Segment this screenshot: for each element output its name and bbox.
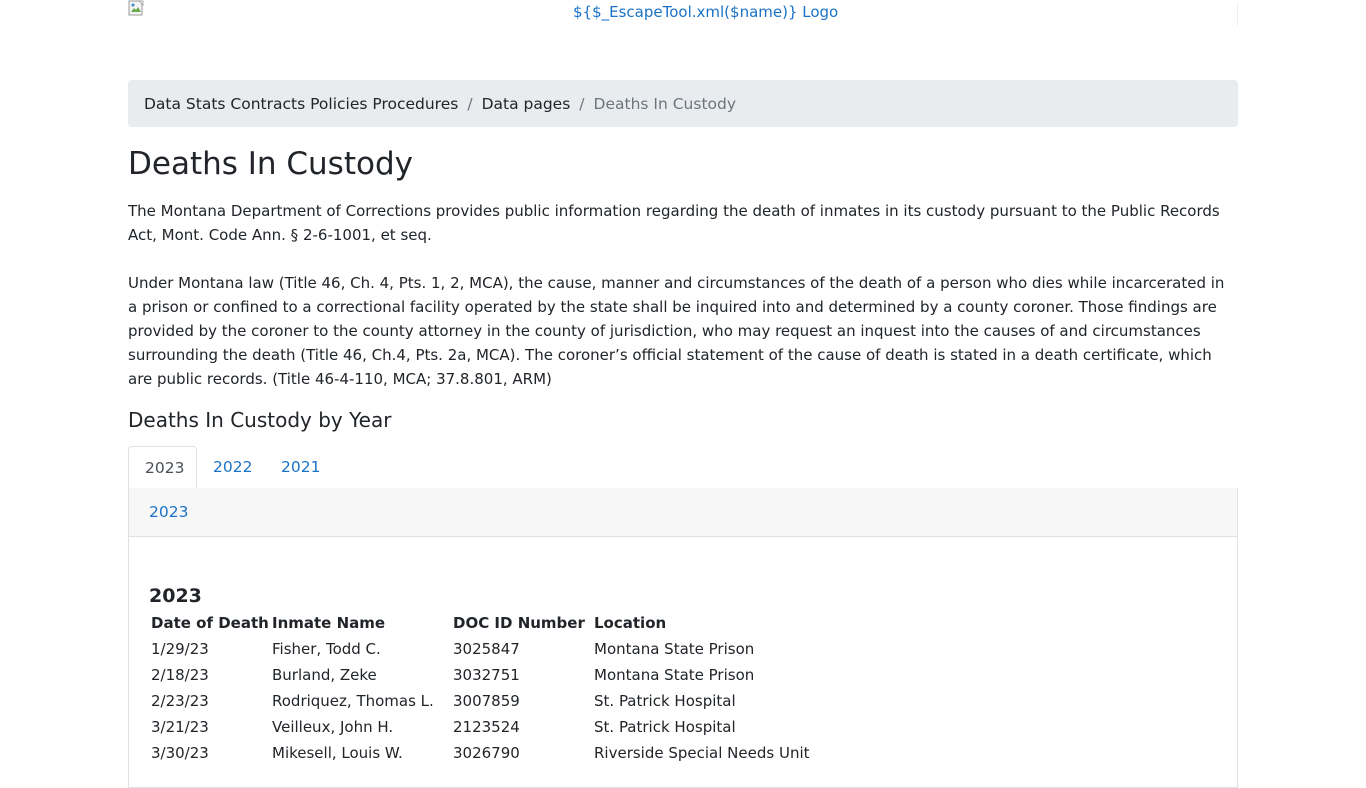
tab-2022[interactable]: 2022 xyxy=(197,446,268,488)
page-title: Deaths In Custody xyxy=(128,146,413,182)
cell-doc-id: 3007859 xyxy=(453,692,520,710)
intro-paragraph: The Montana Department of Corrections pr… xyxy=(128,202,1220,244)
breadcrumb-item-data-pages[interactable]: Data pages xyxy=(482,95,571,113)
breadcrumb-separator: / xyxy=(579,94,585,113)
cell-name: Rodriquez, Thomas L. xyxy=(272,692,434,710)
panel-header-link[interactable]: 2023 xyxy=(149,503,188,521)
table-row: 2/23/23 Rodriquez, Thomas L. 3007859 St.… xyxy=(149,688,894,714)
cell-doc-id: 3032751 xyxy=(453,666,520,684)
tab-2023[interactable]: 2023 xyxy=(128,446,197,489)
header-divider xyxy=(1237,2,1238,26)
breadcrumb-item-data-stats[interactable]: Data Stats Contracts Policies Procedures xyxy=(144,95,458,113)
column-header-date: Date of Death xyxy=(151,614,269,632)
column-header-doc-id: DOC ID Number xyxy=(453,614,585,632)
year-tabs: 2023 2022 2021 xyxy=(128,446,1238,489)
cell-location: St. Patrick Hospital xyxy=(594,692,736,710)
cell-location: Montana State Prison xyxy=(594,640,755,658)
site-header: ${$_EscapeTool.xml($name)} Logo xyxy=(128,0,1238,28)
cell-date: 3/21/23 xyxy=(151,718,209,736)
cell-location: Montana State Prison xyxy=(594,666,755,684)
table-row: 1/29/23 Fisher, Todd C. 3025847 Montana … xyxy=(149,636,894,662)
panel-header: 2023 xyxy=(129,488,1237,537)
cell-doc-id: 2123524 xyxy=(453,718,520,736)
broken-image-icon xyxy=(128,0,144,16)
section-title: Deaths In Custody by Year xyxy=(128,408,392,432)
column-header-location: Location xyxy=(594,614,667,632)
tab-2021[interactable]: 2021 xyxy=(265,446,336,488)
year-heading: 2023 xyxy=(149,585,202,607)
cell-doc-id: 3026790 xyxy=(453,744,520,762)
cell-name: Fisher, Todd C. xyxy=(272,640,381,658)
year-panel: 2023 2023 Date of Death Inmate Name DOC … xyxy=(128,488,1238,788)
site-logo-link[interactable]: ${$_EscapeTool.xml($name)} Logo xyxy=(573,3,838,21)
law-paragraph: Under Montana law (Title 46, Ch. 4, Pts.… xyxy=(128,274,1225,388)
table-row: 2/18/23 Burland, Zeke 3032751 Montana St… xyxy=(149,662,894,688)
cell-date: 2/18/23 xyxy=(151,666,209,684)
cell-name: Mikesell, Louis W. xyxy=(272,744,403,762)
breadcrumb: Data Stats Contracts Policies Procedures… xyxy=(128,80,1238,127)
cell-date: 2/23/23 xyxy=(151,692,209,710)
cell-name: Burland, Zeke xyxy=(272,666,377,684)
column-header-name: Inmate Name xyxy=(272,614,386,632)
cell-location: Riverside Special Needs Unit xyxy=(594,744,810,762)
deaths-table: Date of Death Inmate Name DOC ID Number … xyxy=(149,610,894,766)
cell-name: Veilleux, John H. xyxy=(272,718,394,736)
breadcrumb-separator: / xyxy=(467,94,473,113)
breadcrumb-current: Deaths In Custody xyxy=(593,94,737,113)
cell-doc-id: 3025847 xyxy=(453,640,520,658)
cell-date: 1/29/23 xyxy=(151,640,209,658)
table-header-row: Date of Death Inmate Name DOC ID Number … xyxy=(149,610,894,636)
cell-location: St. Patrick Hospital xyxy=(594,718,736,736)
cell-date: 3/30/23 xyxy=(151,744,209,762)
table-row: 3/21/23 Veilleux, John H. 2123524 St. Pa… xyxy=(149,714,894,740)
table-row: 3/30/23 Mikesell, Louis W. 3026790 River… xyxy=(149,740,894,766)
